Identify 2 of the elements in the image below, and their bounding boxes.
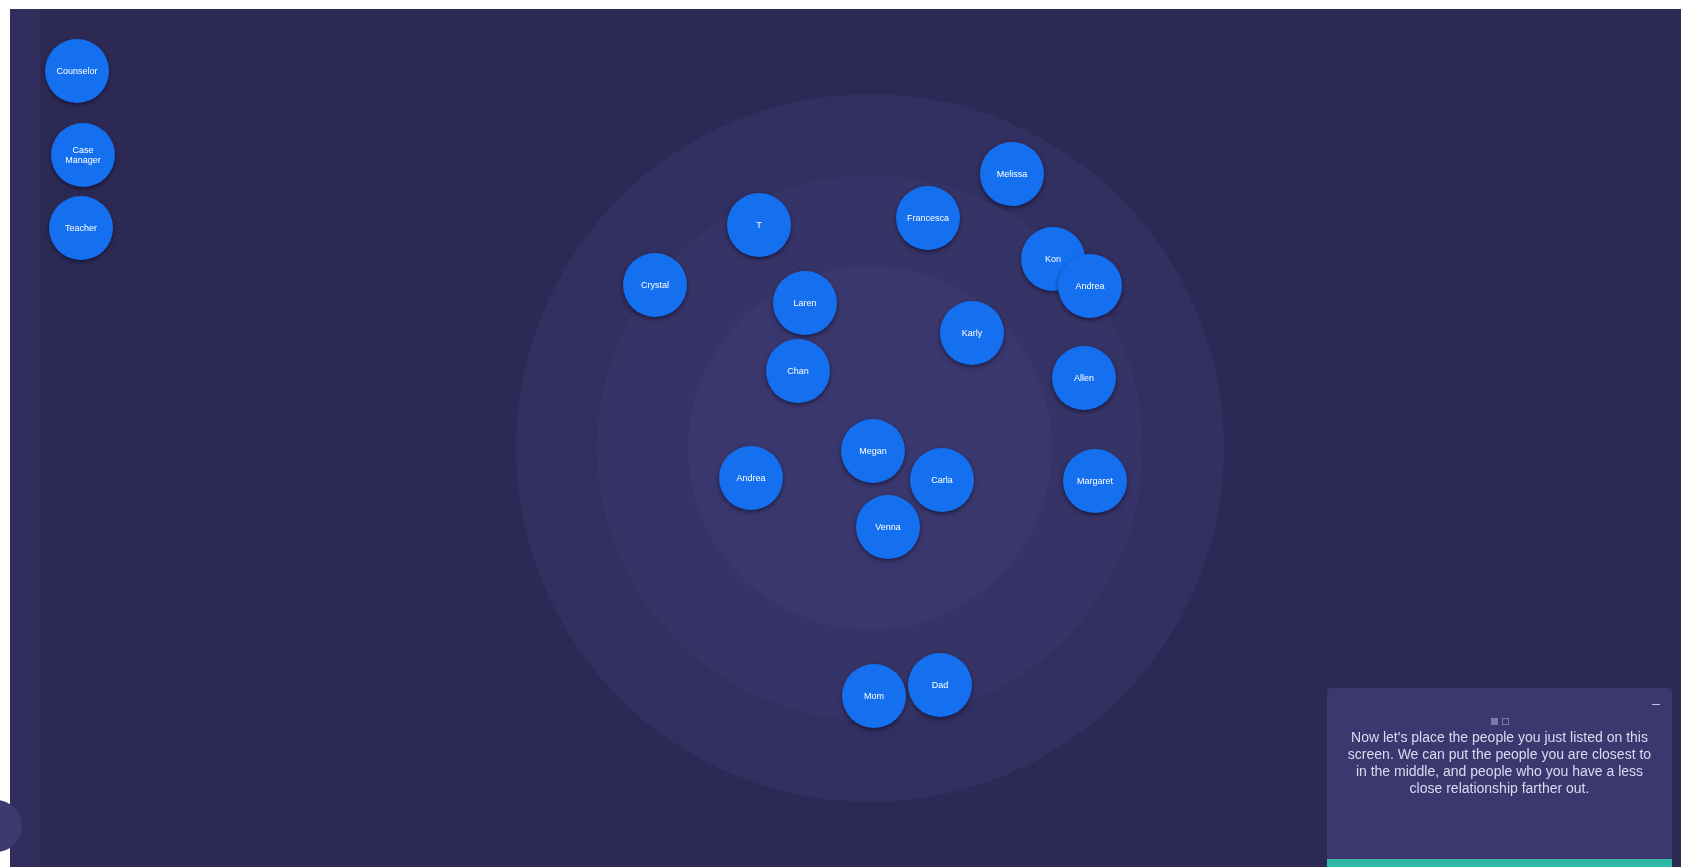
- minimize-button[interactable]: –: [1652, 696, 1660, 710]
- prompt-text: Now let's place the people you just listed on this screen. We can put the people you are closest to in the middle, and people who you have a less close relationship farther out.: [1346, 729, 1653, 797]
